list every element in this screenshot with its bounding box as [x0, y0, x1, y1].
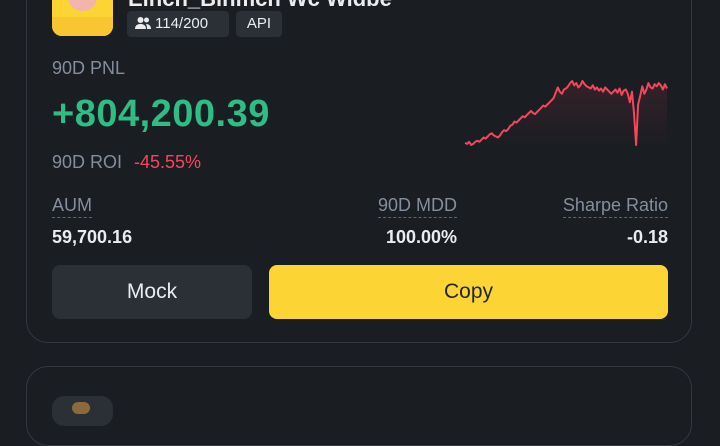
mdd-value: 100.00%: [385, 227, 457, 247]
api-badge: API: [236, 11, 282, 37]
next-trader-avatar[interactable]: [52, 396, 113, 426]
avatar-shirt: [52, 17, 113, 36]
mdd-label[interactable]: 90D MDD: [377, 195, 457, 218]
sharpe-ratio-value: -0.18: [626, 227, 668, 247]
roi-label: 90D ROI: [52, 152, 123, 172]
pnl-sparkline: [464, 80, 668, 148]
next-avatar-face: [72, 402, 90, 414]
aum-label[interactable]: AUM: [52, 195, 92, 218]
avatar-face: [68, 0, 97, 11]
roi-value: -45.55%: [134, 152, 202, 172]
people-icon: [135, 17, 151, 29]
followers-badge: 114/200: [127, 11, 229, 37]
pnl-value: +804,200.39: [52, 93, 270, 135]
avatar[interactable]: [52, 0, 113, 36]
sharpe-ratio-label[interactable]: Sharpe Ratio: [562, 195, 668, 218]
aum-value: 59,700.16: [52, 227, 133, 247]
followers-count: 114/200: [155, 15, 209, 32]
copy-button[interactable]: Copy: [269, 265, 668, 319]
mock-button[interactable]: Mock: [52, 265, 252, 319]
next-trader-card[interactable]: [26, 366, 692, 446]
pnl-label: 90D PNL: [52, 58, 126, 78]
